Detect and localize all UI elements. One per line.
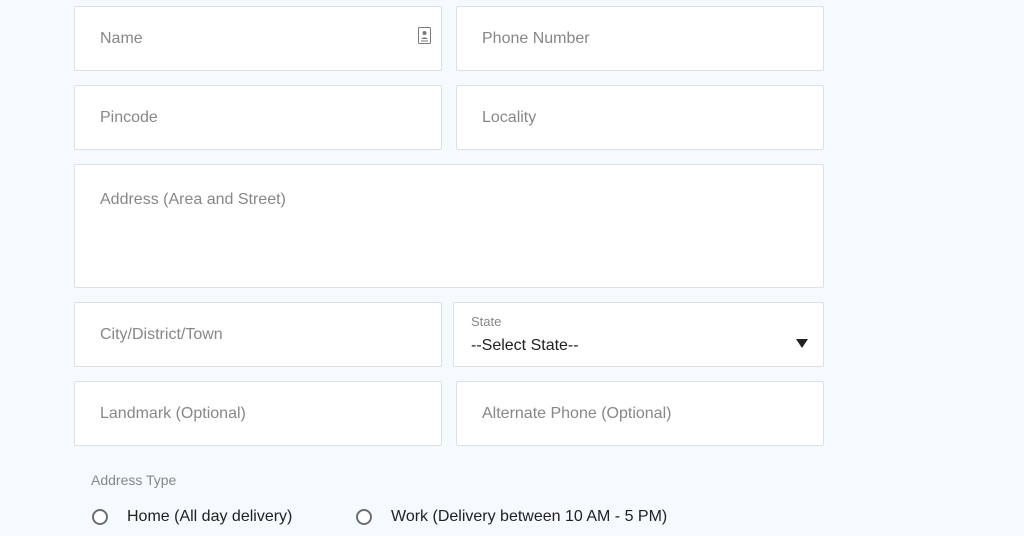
state-selected-value: --Select State-- bbox=[471, 337, 579, 354]
pincode-placeholder: Pincode bbox=[100, 108, 158, 126]
radio-button-icon[interactable] bbox=[92, 509, 108, 525]
dropdown-arrow-icon[interactable] bbox=[796, 339, 808, 348]
work-option-label[interactable]: Work (Delivery between 10 AM - 5 PM) bbox=[391, 508, 667, 526]
contact-card-icon[interactable] bbox=[418, 27, 431, 44]
address-placeholder: Address (Area and Street) bbox=[100, 191, 286, 208]
address-type-work-radio[interactable]: Work (Delivery between 10 AM - 5 PM) bbox=[356, 505, 667, 529]
name-field[interactable]: Name bbox=[74, 6, 442, 71]
address-textarea[interactable]: Address (Area and Street) bbox=[74, 164, 824, 288]
name-placeholder: Name bbox=[100, 29, 143, 47]
locality-placeholder: Locality bbox=[482, 108, 537, 126]
state-select[interactable]: State --Select State-- bbox=[453, 302, 824, 367]
phone-number-field[interactable]: Phone Number bbox=[456, 6, 824, 71]
alternate-phone-field[interactable]: Alternate Phone (Optional) bbox=[456, 381, 824, 446]
landmark-field[interactable]: Landmark (Optional) bbox=[74, 381, 442, 446]
radio-button-icon[interactable] bbox=[356, 509, 372, 525]
alternate-phone-placeholder: Alternate Phone (Optional) bbox=[482, 404, 672, 422]
address-type-home-radio[interactable]: Home (All day delivery) bbox=[92, 505, 292, 529]
phone-number-placeholder: Phone Number bbox=[482, 29, 590, 47]
city-field[interactable]: City/District/Town bbox=[74, 302, 442, 367]
city-placeholder: City/District/Town bbox=[100, 325, 223, 343]
address-type-label: Address Type bbox=[91, 472, 177, 488]
locality-field[interactable]: Locality bbox=[456, 85, 824, 150]
pincode-field[interactable]: Pincode bbox=[74, 85, 442, 150]
landmark-placeholder: Landmark (Optional) bbox=[100, 404, 246, 422]
home-option-label[interactable]: Home (All day delivery) bbox=[127, 508, 292, 526]
state-label: State bbox=[471, 314, 502, 329]
